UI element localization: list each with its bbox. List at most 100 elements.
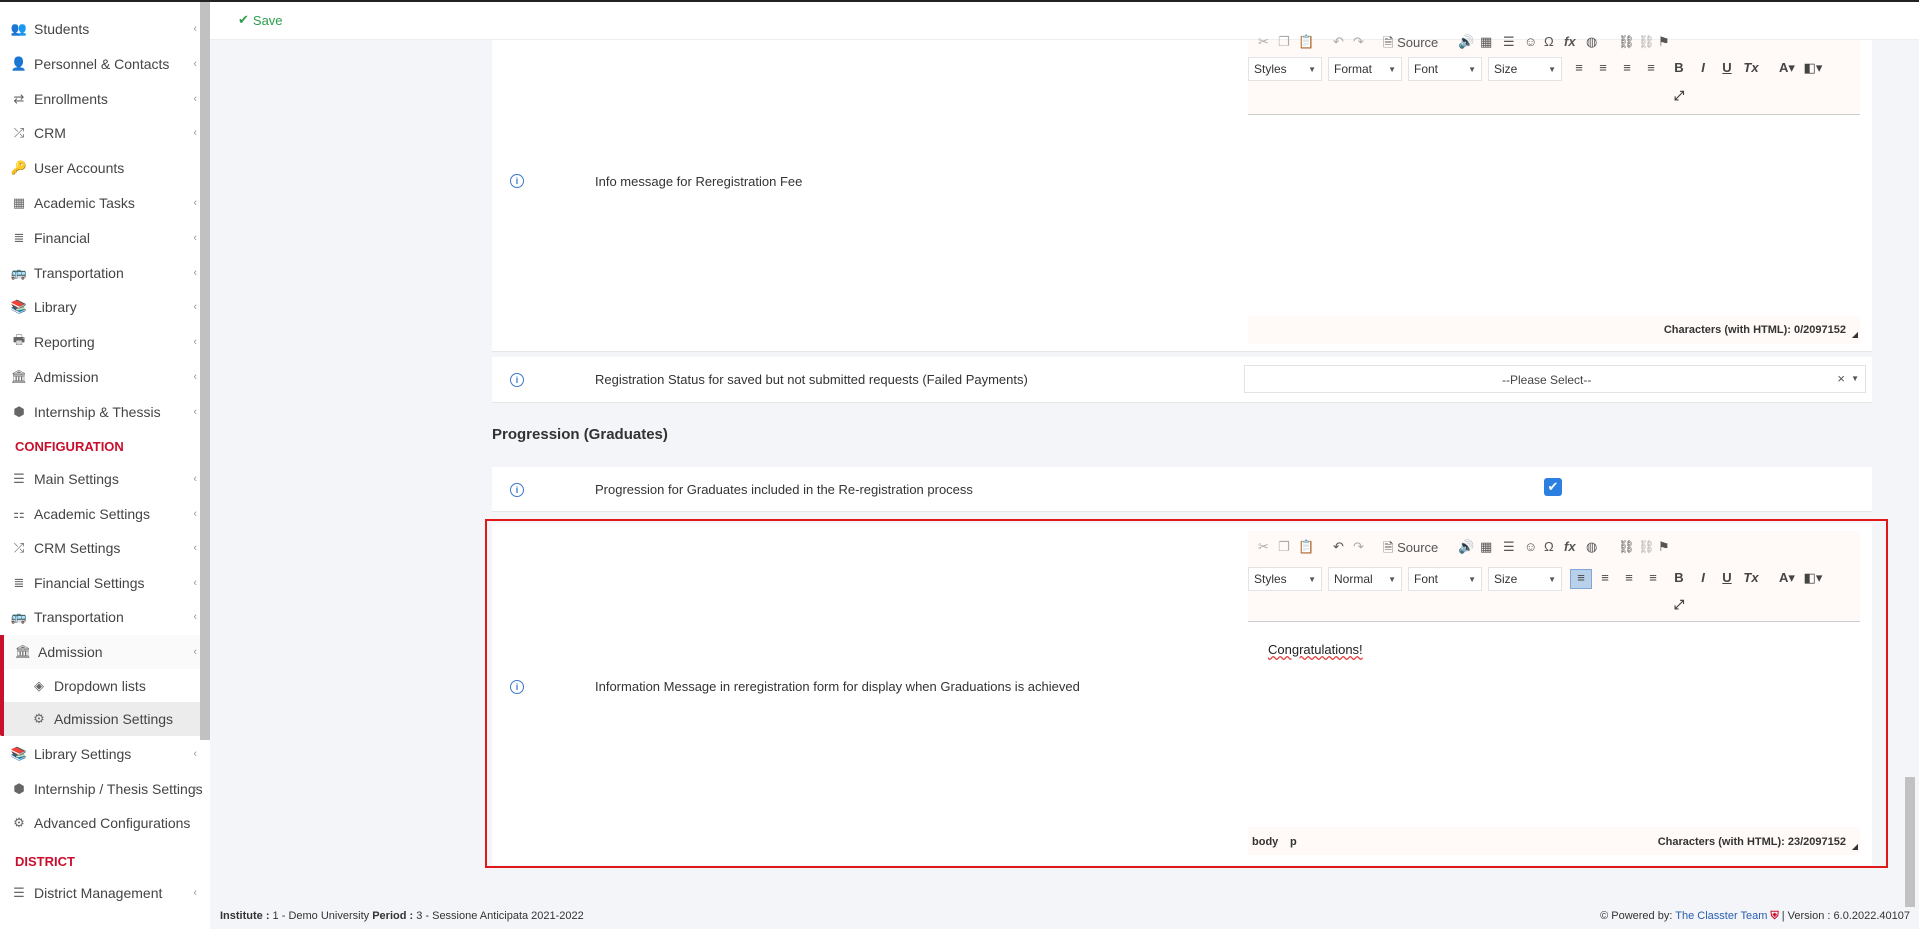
sidebar-item-config-crm-settings[interactable]: ⤮ CRM Settings ‹ bbox=[0, 531, 205, 565]
font-select[interactable]: Font ▼ bbox=[1408, 57, 1482, 81]
sidebar-item-label: Students bbox=[34, 21, 90, 37]
chevron-left-icon: ‹ bbox=[193, 301, 197, 314]
section-title: Progression (Graduates) bbox=[492, 426, 668, 443]
classter-team-link[interactable]: The Classter Team bbox=[1675, 910, 1767, 922]
sidebar-item-label: Transportation bbox=[34, 264, 124, 281]
sidebar-item-label: Admission Settings bbox=[54, 711, 174, 727]
audio-icon[interactable]: 🔊 bbox=[1458, 34, 1474, 50]
personnel-icon: 👤 bbox=[10, 55, 28, 71]
chevron-left-icon: ‹ bbox=[193, 576, 197, 589]
sidebar-item-label: User Accounts bbox=[34, 160, 125, 177]
italic-icon[interactable]: I bbox=[1694, 60, 1712, 75]
bg-color-icon[interactable]: ◧▾ bbox=[1800, 60, 1826, 76]
redo-icon[interactable]: ↷ bbox=[1353, 34, 1364, 50]
omega-icon[interactable]: Ω bbox=[1544, 34, 1554, 49]
coins-icon: ≣ bbox=[13, 574, 25, 590]
flag-icon[interactable]: ⚑ bbox=[1658, 34, 1670, 50]
institution-icon: 🏛 bbox=[10, 369, 28, 384]
version-info: © Powered by: The Classter Team ⛨ | Vers… bbox=[1600, 910, 1910, 922]
chevron-left-icon: ‹ bbox=[193, 887, 197, 899]
chevron-left-icon: ‹ bbox=[193, 645, 197, 658]
info-icon[interactable]: i bbox=[510, 483, 524, 497]
sidebar-item-config-library-settings[interactable]: 📚 Library Settings ‹ bbox=[0, 737, 205, 771]
sidebar-item-academic-tasks[interactable]: ▦ Academic Tasks ‹ bbox=[0, 186, 205, 220]
link-icon[interactable]: ⛓ bbox=[1618, 34, 1635, 50]
sidebar-item-config-internship-thesis-settings[interactable]: ⬢ Internship / Thesis Settings ‹ bbox=[0, 772, 205, 806]
sidebar-item-crm[interactable]: ⤮ CRM ‹ bbox=[0, 116, 205, 150]
sidebar-item-config-admission[interactable]: 🏛 Admission ‹ bbox=[0, 634, 205, 669]
sidebar-item-financial[interactable]: ≣ Financial ‹ bbox=[0, 221, 205, 255]
sidebar-item-internship-thessis[interactable]: ⬢ Internship & Thessis ‹ bbox=[0, 395, 205, 429]
reg-fee-editor[interactable]: ✂ ❐ 📋 ↶ ↷ 🗎 Source 🔊 ▦ ☰ ☺ Ω fx ◍ ⛓ ⛓ ⚑ … bbox=[1248, 34, 1860, 345]
chevron-left-icon: ‹ bbox=[193, 507, 197, 520]
reg-fee-row: i Info message for Reregistration Fee ✂ … bbox=[492, 34, 1872, 352]
chevron-down-icon[interactable]: ▼ bbox=[1851, 374, 1859, 383]
sidebar-scrollbar[interactable] bbox=[200, 2, 210, 740]
sidebar-item-label: Academic Tasks bbox=[34, 195, 135, 211]
copyright-icon: © bbox=[1600, 910, 1609, 922]
progression-checkbox[interactable]: ✔ bbox=[1544, 478, 1562, 496]
config-heading: CONFIGURATION bbox=[15, 439, 124, 454]
exchange-icon: ⇄ bbox=[13, 90, 25, 106]
sidebar-subitem-admission-settings[interactable]: ⚙ Admission Settings bbox=[0, 702, 205, 736]
remove-format-icon[interactable]: Tx bbox=[1742, 60, 1760, 75]
copy-icon[interactable]: ❐ bbox=[1278, 34, 1290, 50]
cut-icon[interactable]: ✂ bbox=[1258, 34, 1269, 50]
sidebar-item-students[interactable]: 👥 Students ‹ bbox=[0, 12, 205, 46]
sidebar-item-user-accounts[interactable]: 🔑 User Accounts bbox=[0, 151, 205, 185]
institution-icon: 🏛 bbox=[14, 643, 32, 659]
sidebar-item-personnel-contacts[interactable]: 👤 Personnel & Contacts ‹ bbox=[0, 47, 205, 81]
globe-icon[interactable]: ◍ bbox=[1586, 34, 1597, 50]
source-button[interactable]: 🗎 Source bbox=[1383, 34, 1438, 56]
editor-footer: Characters (with HTML): 0/2097152 ◢ bbox=[1248, 316, 1860, 344]
chevron-left-icon: ‹ bbox=[193, 542, 197, 554]
table-icon[interactable]: ▦ bbox=[1480, 34, 1492, 50]
sidebar-item-admission[interactable]: 🏛 Admission ‹ bbox=[0, 360, 205, 394]
sidebar-item-enrollments[interactable]: ⇄ Enrollments ‹ bbox=[0, 82, 205, 116]
sidebar-item-config-transportation[interactable]: 🚌 Transportation ‹ bbox=[0, 600, 205, 634]
sidebar-item-district-management[interactable]: ☰ District Management ‹ bbox=[0, 876, 205, 910]
sidebar-subitem-dropdown-lists[interactable]: ◈ Dropdown lists bbox=[0, 669, 205, 703]
formula-icon[interactable]: fx bbox=[1564, 34, 1576, 49]
underline-icon[interactable]: U bbox=[1718, 60, 1736, 75]
bus-icon: 🚌 bbox=[10, 609, 28, 624]
info-icon[interactable]: i bbox=[510, 174, 524, 188]
size-select[interactable]: Size ▼ bbox=[1488, 57, 1562, 81]
info-icon[interactable]: i bbox=[510, 373, 524, 387]
align-left-icon[interactable]: ≡ bbox=[1570, 60, 1588, 75]
hr-icon[interactable]: ☰ bbox=[1503, 34, 1515, 50]
save-button[interactable]: ✔ Save bbox=[238, 12, 283, 28]
clear-icon[interactable]: × bbox=[1837, 371, 1845, 386]
justify-icon[interactable]: ≡ bbox=[1642, 60, 1660, 75]
sidebar-item-transportation[interactable]: 🚌 Transportation ‹ bbox=[0, 256, 205, 290]
sidebar-item-label: Library Settings bbox=[34, 746, 132, 762]
sidebar-item-reporting[interactable]: 🖶 Reporting ‹ bbox=[0, 325, 205, 359]
sitemap-icon: ⚏ bbox=[13, 505, 25, 521]
editor-divider bbox=[1248, 114, 1860, 115]
page-scrollbar[interactable] bbox=[1905, 777, 1915, 907]
chevron-left-icon: ‹ bbox=[193, 371, 197, 383]
align-right-icon[interactable]: ≡ bbox=[1618, 60, 1636, 75]
unlink-icon[interactable]: ⛓ bbox=[1638, 34, 1655, 50]
resize-icon[interactable]: ◢ bbox=[1852, 330, 1858, 339]
smiley-icon[interactable]: ☺ bbox=[1524, 34, 1537, 49]
sidebar-item-config-academic-settings[interactable]: ⚏ Academic Settings ‹ bbox=[0, 497, 205, 531]
status-select[interactable]: --Please Select-- × ▼ bbox=[1244, 365, 1866, 393]
sidebar-item-label: Reporting bbox=[34, 334, 95, 351]
text-color-icon[interactable]: A▾ bbox=[1774, 60, 1800, 76]
sidebar-item-config-main-settings[interactable]: ☰ Main Settings ‹ bbox=[0, 462, 205, 496]
styles-select[interactable]: Styles ▼ bbox=[1248, 57, 1322, 81]
paste-icon[interactable]: 📋 bbox=[1298, 34, 1314, 50]
sidebar-item-config-financial-settings[interactable]: ≣ Financial Settings ‹ bbox=[0, 566, 205, 600]
chevron-left-icon: ‹ bbox=[193, 266, 197, 279]
maximize-icon[interactable]: ⤢ bbox=[1670, 88, 1688, 104]
align-center-icon[interactable]: ≡ bbox=[1594, 60, 1612, 75]
format-select[interactable]: Format ▼ bbox=[1328, 57, 1402, 81]
students-icon: 👥 bbox=[10, 21, 28, 36]
editor-toolbar: ✂ ❐ 📋 ↶ ↷ 🗎 Source 🔊 ▦ ☰ ☺ Ω fx ◍ ⛓ ⛓ ⚑ … bbox=[1248, 34, 1860, 114]
sidebar-item-config-advanced-configurations[interactable]: ⚙ Advanced Configurations bbox=[0, 806, 205, 840]
bold-icon[interactable]: B bbox=[1670, 60, 1688, 75]
undo-icon[interactable]: ↶ bbox=[1333, 34, 1344, 50]
sidebar-item-library[interactable]: 📚 Library ‹ bbox=[0, 290, 205, 324]
cogs-icon: ⚙ bbox=[13, 815, 25, 830]
